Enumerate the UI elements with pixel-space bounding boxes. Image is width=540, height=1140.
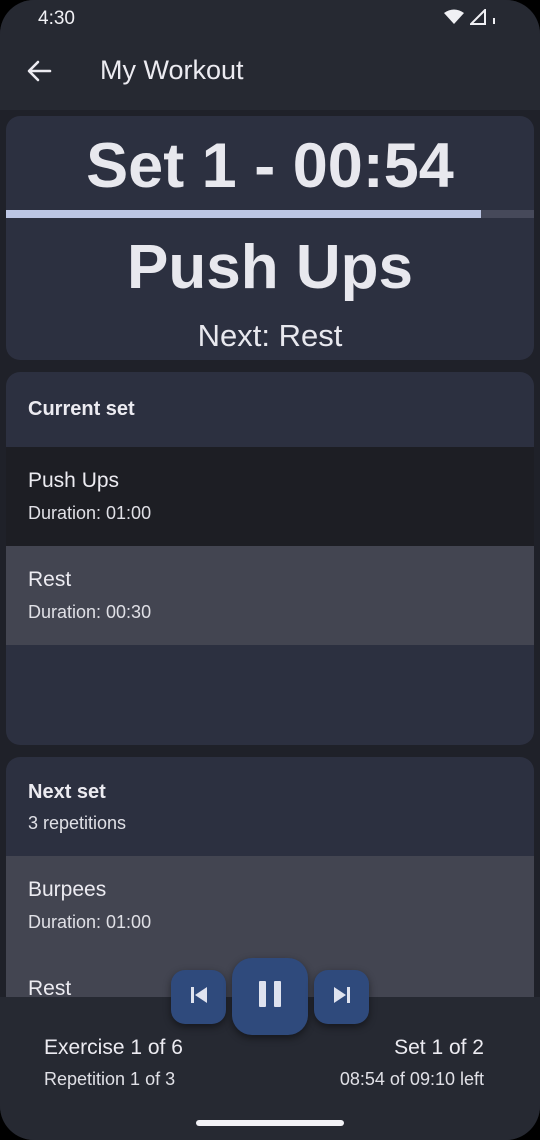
back-button[interactable] [22,56,56,90]
timer-card: Set 1 - 00:54 Push Ups Next: Rest [6,116,534,360]
time-left: 08:54 of 09:10 left [339,1069,484,1089]
item-title: Push Ups [28,469,120,492]
item-duration: Duration: 01:00 [28,912,152,932]
item-title: Burpees [28,878,107,901]
list-item[interactable]: Push Ups Duration: 01:00 [6,447,534,546]
pause-button[interactable] [232,958,308,1035]
item-duration: Duration: 01:00 [28,503,152,523]
item-title: Rest [28,568,72,591]
previous-button[interactable] [171,970,226,1024]
list-item[interactable]: Rest Duration: 00:30 [6,546,534,645]
set-timer: Set 1 - 00:54 [86,131,454,201]
next-set-header: Next set [28,781,106,803]
skip-next-icon [332,986,352,1009]
next-set-repetitions: 3 repetitions [28,813,127,833]
page-title: My Workout [100,55,244,85]
item-duration: Duration: 00:30 [28,602,152,622]
repetition-counter: Repetition 1 of 3 [44,1069,176,1089]
skip-previous-icon [189,986,209,1009]
list-item[interactable]: Burpees Duration: 01:00 [6,856,534,955]
status-icons [444,9,496,25]
home-indicator[interactable] [196,1120,344,1126]
status-time: 4:30 [38,8,75,29]
arrow-back-icon [26,59,52,88]
battery-icon [492,9,496,25]
set-counter: Set 1 of 2 [394,1036,484,1059]
pause-icon [257,980,283,1013]
current-set-header: Current set [28,398,135,420]
exercise-counter: Exercise 1 of 6 [44,1036,183,1059]
current-set-card: Current set Push Ups Duration: 01:00 Res… [6,372,534,745]
set-progress-fill [6,210,482,218]
workout-screen: 4:30 My Workout Set 1 - 00:54 Push Ups N… [0,0,540,1140]
set-progress-bar [6,210,534,218]
wifi-icon [444,9,464,25]
skip-next-button[interactable] [314,970,369,1024]
next-exercise-label: Next: Rest [197,318,343,353]
status-bar: 4:30 [0,0,540,36]
app-bar: My Workout [0,36,540,110]
current-exercise-name: Push Ups [127,233,413,302]
signal-icon [470,9,486,25]
